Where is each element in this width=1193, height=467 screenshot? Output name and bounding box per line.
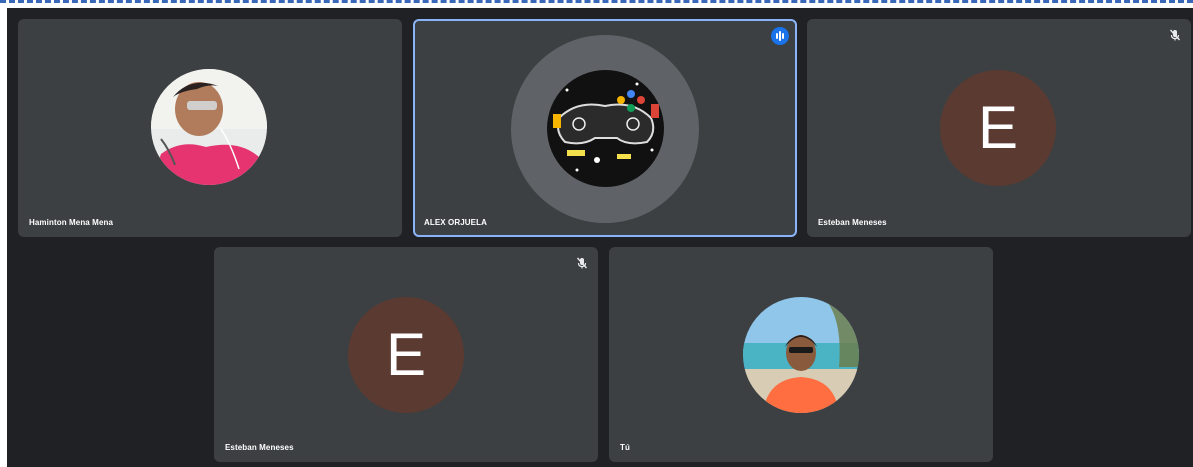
letter-avatar: E	[940, 70, 1056, 186]
participant-name: Tú	[620, 443, 630, 452]
avatar	[743, 297, 859, 413]
meeting-grid: Haminton Mena Mena ALEX ORJUELA E Esteba…	[7, 8, 1193, 467]
speaking-indicator-icon	[771, 27, 789, 45]
participant-name: ALEX ORJUELA	[424, 218, 487, 227]
participant-name: Esteban Meneses	[225, 443, 294, 452]
participant-name: Esteban Meneses	[818, 218, 887, 227]
avatar	[151, 69, 267, 185]
participant-tile[interactable]: E Esteban Meneses	[214, 247, 598, 462]
avatar-photo	[547, 70, 664, 187]
participant-tile[interactable]: Haminton Mena Mena	[18, 19, 402, 237]
mic-muted-icon	[1168, 28, 1182, 42]
participant-name: Haminton Mena Mena	[29, 218, 114, 227]
top-dashed-border	[0, 0, 1193, 3]
letter-avatar: E	[348, 297, 464, 413]
participant-tile[interactable]: E Esteban Meneses	[807, 19, 1191, 237]
mic-muted-icon	[575, 256, 589, 270]
participant-tile-active[interactable]: ALEX ORJUELA	[413, 19, 797, 237]
avatar-photo	[151, 69, 267, 185]
avatar-photo	[743, 297, 859, 413]
participant-tile-self[interactable]: Tú	[609, 247, 993, 462]
avatar	[547, 70, 664, 187]
